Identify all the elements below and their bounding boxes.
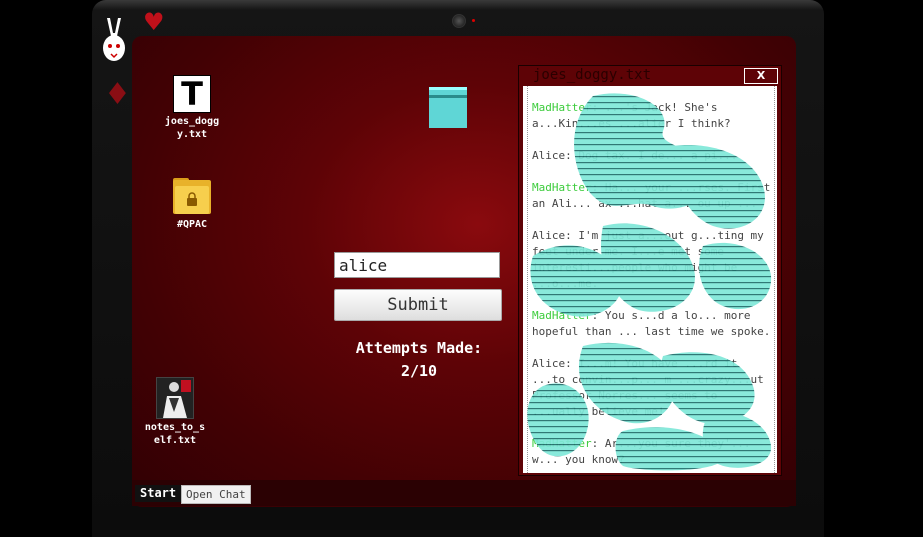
speaker-name: Alice [532,357,566,370]
speaker-name: Alice [532,229,566,242]
desktop-icon-joes-doggy[interactable]: T joes_doggy.txt [160,75,224,141]
attempts-label: Attempts Made: [355,339,483,357]
chat-message: MadHatter: Ar...you sure they'... w... y… [532,437,751,466]
desktop-icon-label: #QPAC [176,219,208,230]
speaker-name: MadHatter [532,309,592,322]
photo-file-icon [156,377,194,419]
login-form: Submit Attempts Made: 2/10 [334,252,504,383]
window-close-button[interactable]: X [744,68,778,84]
desktop-icon-qpac-folder[interactable]: #QPAC [160,178,224,231]
speaker-name: MadHatter [532,437,592,450]
message-text: I'm just a...out g...ting my feet under … [532,229,764,290]
speaker-name: Alice [532,149,566,162]
window-title: joes_doggy.txt [533,67,652,83]
locked-folder-icon [173,178,211,214]
chat-message: MadHatter: ...'s Jack! She's a...Kin...e… [532,101,731,130]
webcam [452,14,466,28]
chat-message: Alice: I...m! You have ...rd it ...to co… [532,357,764,418]
chat-message: MadHatter: You s...d a lo... more hopefu… [532,309,771,338]
chat-message: MadHatter: Ha... your ...rses. First an … [532,181,771,210]
desktop-icon-label: notes_to_self.txt [144,422,206,446]
glitched-window-thumbnail[interactable] [429,87,467,128]
password-input[interactable] [334,252,500,278]
window-content: MadHatter: ...'s Jack! She's a...Kin...e… [523,86,777,473]
speaker-name: MadHatter [532,181,592,194]
chat-message: Alice: Dog tax. I de... a pi... [532,149,738,162]
lock-icon [187,192,197,206]
diamond-suit-icon: ♦ [104,77,131,112]
chat-log: MadHatter: ...'s Jack! She's a...Kin...e… [532,100,772,473]
white-rabbit-icon [103,18,125,61]
desktop-icon-label: joes_doggy.txt [164,116,220,140]
chat-message: Alice: I'm just a...out g...ting my feet… [532,229,764,290]
text-file-icon: T [173,75,211,113]
message-text: Dog tax. I de... a pi... [578,149,738,162]
heart-suit-icon: ♥ [143,8,165,36]
webcam-light [472,19,475,22]
desktop-icon-notes-to-self[interactable]: notes_to_self.txt [140,377,210,447]
open-chat-button[interactable]: Open Chat [181,485,251,504]
start-button[interactable]: Start [135,485,182,502]
text-file-window: joes_doggy.txt X MadHatter: ...'s Jack! … [518,65,782,476]
message-text: I...m! You have ...rd it ...to convin...… [532,357,764,418]
submit-button[interactable]: Submit [334,289,502,321]
attempts-display: Attempts Made: 2/10 [334,337,504,383]
speaker-name: MadHatter [532,101,592,114]
attempts-count: 2/10 [400,362,438,380]
